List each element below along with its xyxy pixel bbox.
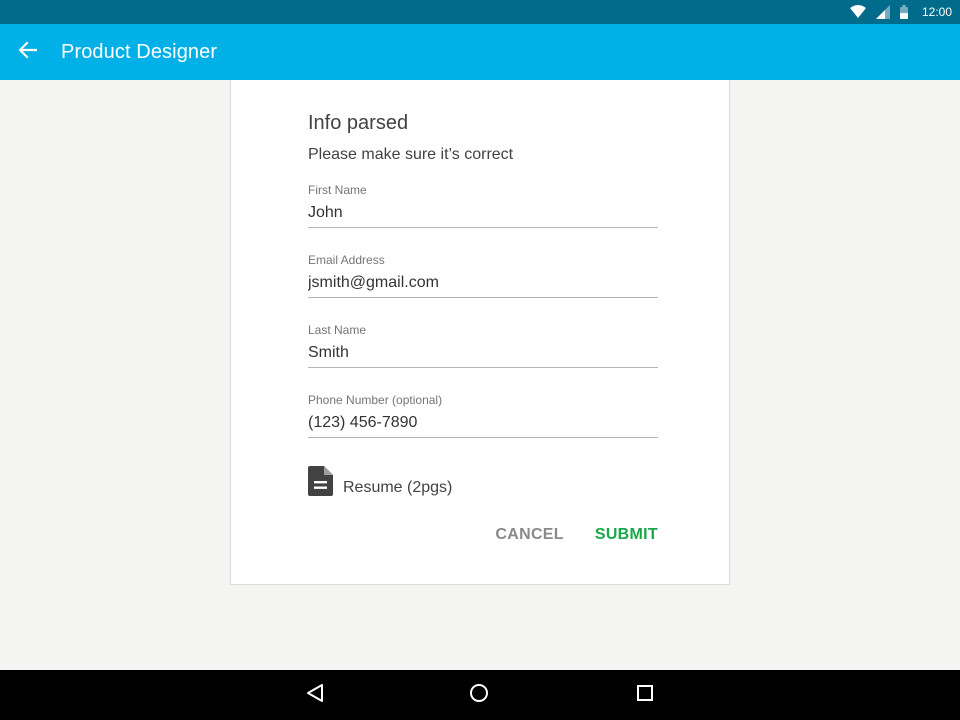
phone-label: Phone Number (optional) <box>308 393 443 407</box>
dialog-actions: CANCEL SUBMIT <box>308 526 658 544</box>
document-icon <box>308 466 333 501</box>
arrow-back-icon <box>18 40 38 64</box>
cell-signal-icon <box>875 5 890 19</box>
submit-button[interactable]: SUBMIT <box>595 526 658 544</box>
last-name-input[interactable] <box>308 338 658 368</box>
email-input[interactable] <box>308 268 658 298</box>
app-bar: Product Designer <box>0 24 960 80</box>
dialog-title: Info parsed <box>308 112 409 134</box>
app-title: Product Designer <box>61 40 218 63</box>
last-name-label: Last Name <box>308 323 367 337</box>
first-name-field: First Name <box>308 182 658 228</box>
content-area: Info parsed Please make sure it’s correc… <box>0 80 960 670</box>
phone-field: Phone Number (optional) <box>308 392 658 438</box>
navigation-bar <box>0 670 960 720</box>
first-name-label: First Name <box>308 183 367 197</box>
email-field: Email Address <box>308 252 658 298</box>
tablet-screen: 12:00 Product Designer Info parsed Pleas… <box>0 0 960 720</box>
last-name-field: Last Name <box>308 322 658 368</box>
nav-recents-icon <box>636 684 654 707</box>
first-name-input[interactable] <box>308 198 658 228</box>
phone-input[interactable] <box>308 408 658 438</box>
cancel-button[interactable]: CANCEL <box>495 526 563 544</box>
nav-back-button[interactable] <box>290 670 340 720</box>
nav-home-button[interactable] <box>454 670 504 720</box>
status-bar: 12:00 <box>0 0 960 24</box>
nav-back-icon <box>306 683 324 708</box>
email-label: Email Address <box>308 253 385 267</box>
wifi-icon <box>849 5 866 19</box>
battery-icon <box>899 5 908 19</box>
dialog-subtitle: Please make sure it’s correct <box>308 146 514 163</box>
status-time: 12:00 <box>921 5 952 19</box>
info-parsed-dialog: Info parsed Please make sure it’s correc… <box>230 80 730 585</box>
resume-label: Resume (2pgs) <box>343 478 453 496</box>
nav-recents-button[interactable] <box>620 670 670 720</box>
back-button[interactable] <box>0 24 56 80</box>
resume-attachment[interactable]: Resume (2pgs) <box>308 466 452 501</box>
nav-home-icon <box>469 683 489 708</box>
